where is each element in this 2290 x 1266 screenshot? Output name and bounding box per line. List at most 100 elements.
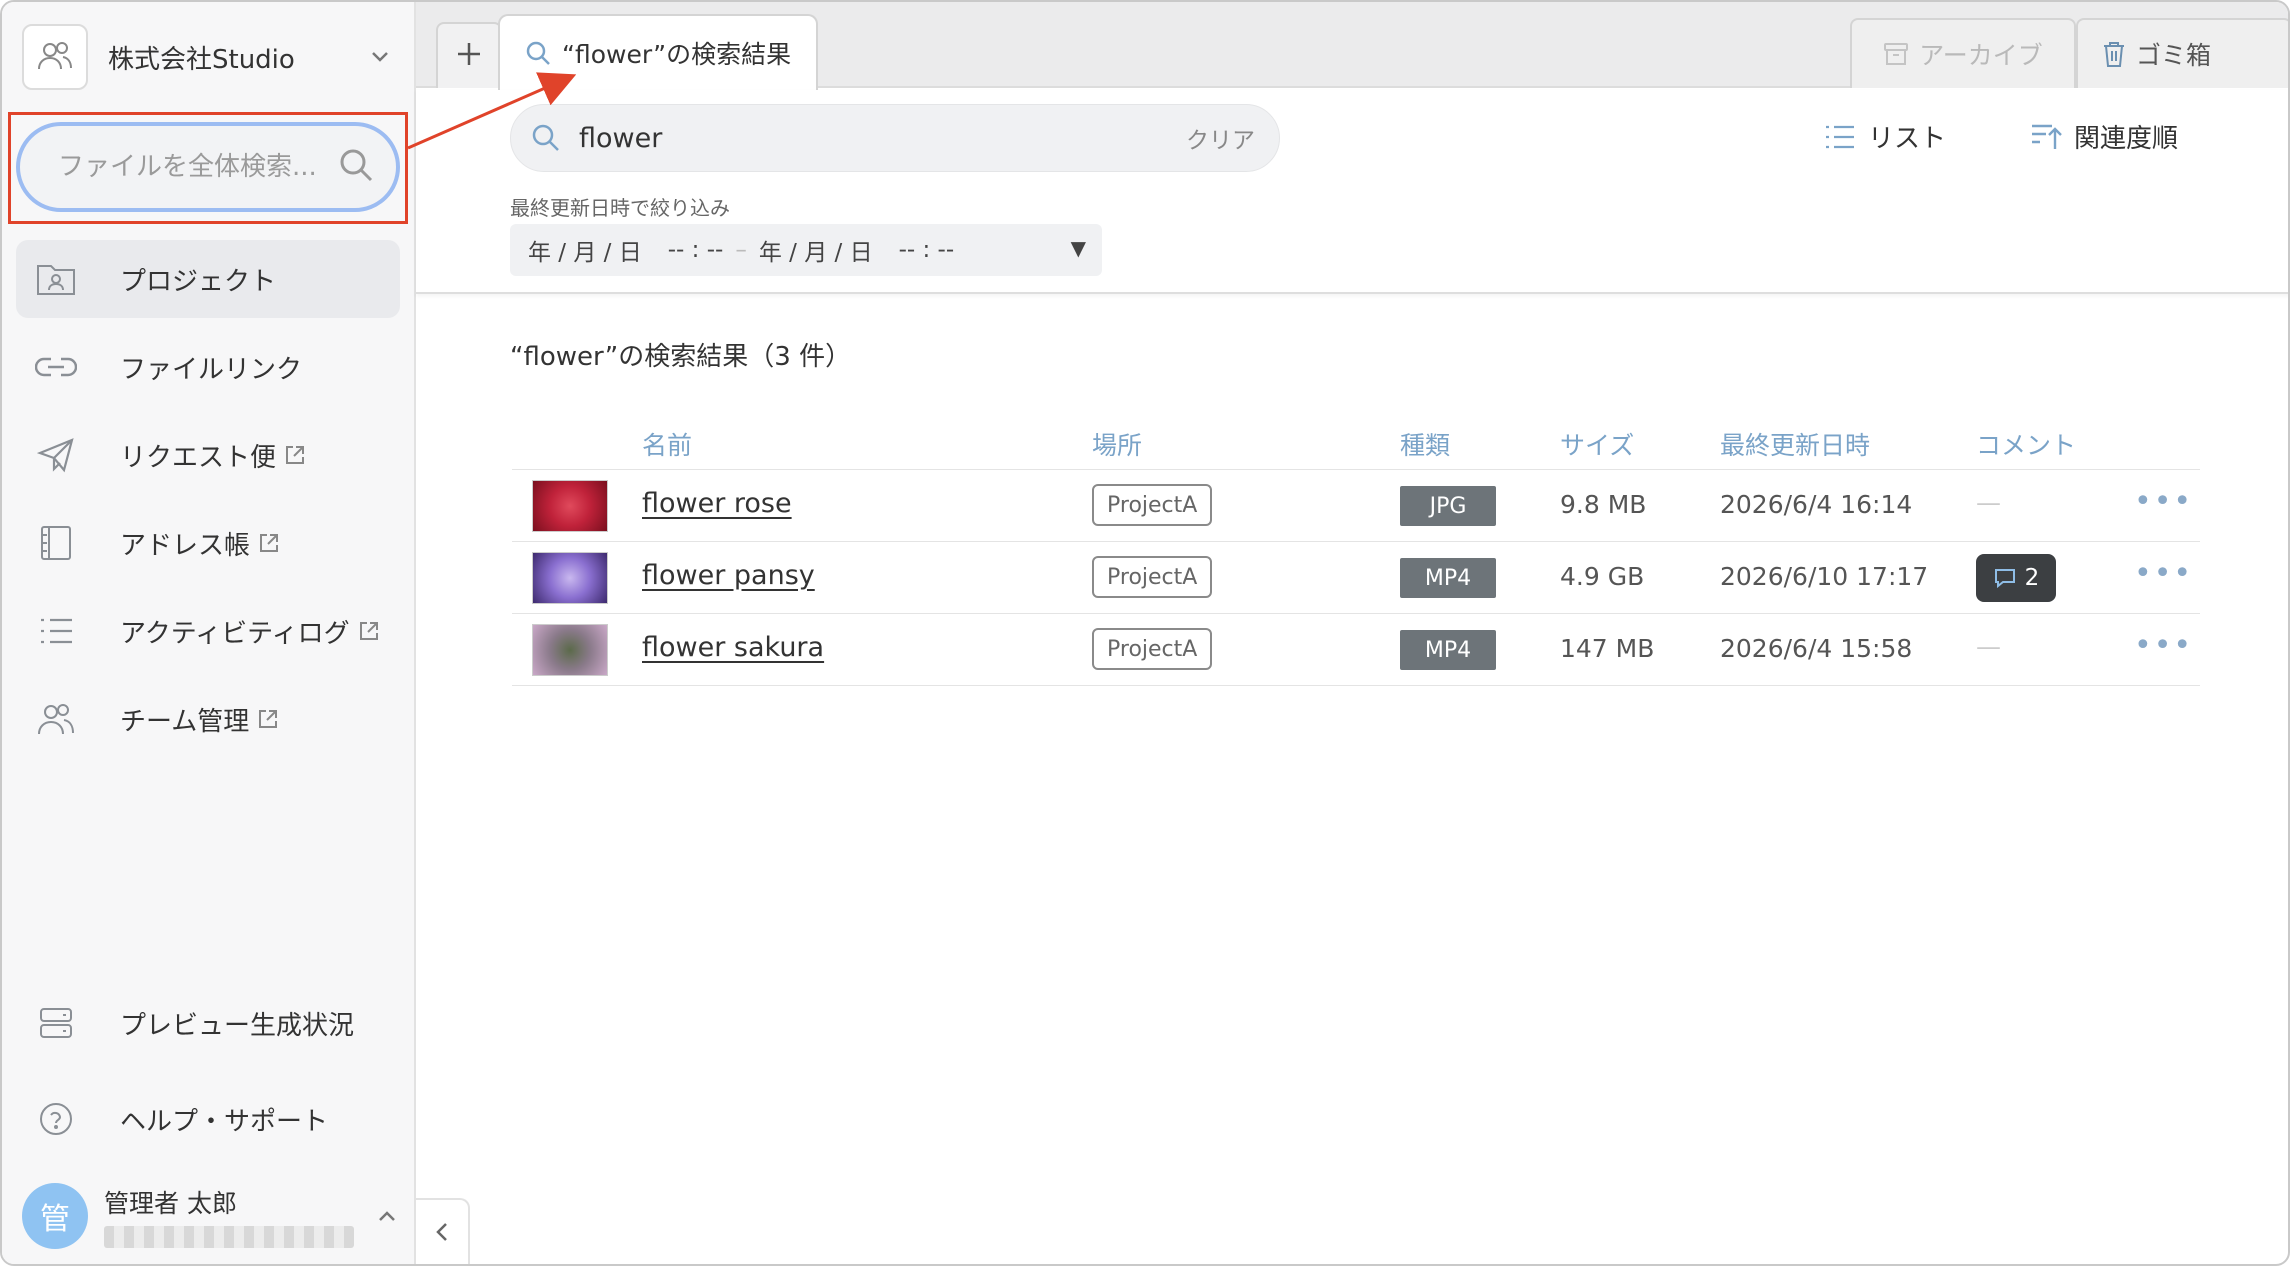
sidebar-item-team[interactable]: チーム管理 [16, 680, 400, 758]
external-link-icon [258, 532, 280, 554]
search-icon [531, 123, 561, 153]
search-highlight-box [8, 112, 408, 224]
column-name[interactable]: 名前 [642, 426, 692, 462]
sidebar-item-label: チーム管理 [120, 706, 250, 737]
modified-date: 2026/6/10 17:17 [1720, 562, 1929, 591]
sidebar-nav: プロジェクト ファイルリンク リクエスト便 アドレス帳 アクティビティログ チー… [16, 240, 400, 768]
archive-icon [1883, 41, 1909, 67]
file-size: 147 MB [1560, 634, 1655, 663]
type-badge: JPG [1400, 486, 1496, 526]
thumbnail-image[interactable] [532, 552, 608, 604]
location-badge[interactable]: ProjectA [1092, 484, 1213, 526]
dropdown-arrow-icon[interactable]: ▼ [1071, 236, 1086, 260]
column-modified[interactable]: 最終更新日時 [1720, 426, 1870, 462]
user-info: 管理者 太郎 [104, 1184, 372, 1248]
modified-date: 2026/6/4 15:58 [1720, 634, 1913, 663]
date-from[interactable]: 年 / 月 / 日 [528, 233, 642, 267]
query-box[interactable]: flower クリア [510, 104, 1280, 172]
view-mode-label: リスト [1868, 124, 1947, 154]
table-row[interactable]: flower pansy ProjectA MP4 4.9 GB 2026/6/… [512, 542, 2200, 614]
sort-label: 関連度順 [2074, 124, 2179, 154]
column-size[interactable]: サイズ [1560, 426, 1634, 462]
collapse-sidebar-button[interactable] [416, 1198, 470, 1264]
user-email-blurred [104, 1226, 354, 1248]
file-name-link[interactable]: flower rose [642, 488, 792, 519]
date-filter-label: 最終更新日時で絞り込み [510, 196, 730, 220]
server-icon [34, 1001, 78, 1045]
sidebar-item-label: ファイルリンク [120, 354, 303, 385]
results-title: “flower”の検索結果（3 件） [510, 342, 852, 372]
global-search-box[interactable] [16, 122, 400, 212]
sidebar-item-activity-log[interactable]: アクティビティログ [16, 592, 400, 670]
comment-count-badge[interactable]: 2 [1976, 554, 2056, 602]
paper-plane-icon [34, 433, 78, 477]
modified-date: 2026/6/4 16:14 [1720, 490, 1913, 519]
location-badge[interactable]: ProjectA [1092, 628, 1213, 670]
column-comments[interactable]: コメント [1976, 426, 2076, 462]
chevron-up-icon[interactable] [372, 1201, 402, 1231]
global-search-input[interactable] [58, 152, 338, 182]
view-mode-button[interactable]: リスト [1824, 118, 1946, 155]
tab-search-results[interactable]: “flower”の検索結果 [498, 14, 818, 90]
sort-icon [2030, 123, 2062, 151]
archive-button[interactable]: アーカイブ [1850, 18, 2076, 88]
chevron-left-icon [435, 1221, 449, 1247]
file-size: 9.8 MB [1560, 490, 1647, 519]
sidebar-item-address-book[interactable]: アドレス帳 [16, 504, 400, 582]
file-name-link[interactable]: flower pansy [642, 560, 815, 591]
sidebar: 株式会社Studio プロジェクト [2, 2, 416, 1264]
app-window: 株式会社Studio プロジェクト [0, 0, 2290, 1266]
search-icon [524, 39, 552, 67]
new-tab-button[interactable] [436, 22, 502, 88]
chevron-down-icon[interactable] [366, 43, 394, 71]
external-link-icon [284, 444, 306, 466]
sidebar-item-help[interactable]: ヘルプ・サポート [16, 1080, 400, 1158]
column-location[interactable]: 場所 [1092, 426, 1142, 462]
search-filter-bar: flower クリア リスト 関連度順 最終更新日時で絞り込み 年 / 月 / … [416, 90, 2288, 294]
clear-button[interactable]: クリア [1186, 121, 1255, 155]
sort-button[interactable]: 関連度順 [2030, 118, 2178, 155]
sidebar-item-project[interactable]: プロジェクト [16, 240, 400, 318]
time-from[interactable]: -- : -- [668, 237, 724, 263]
trash-icon [2102, 40, 2126, 68]
list-icon [1824, 124, 1856, 150]
more-options-icon[interactable]: ••• [2134, 484, 2193, 519]
query-text[interactable]: flower [579, 123, 1186, 154]
tab-label: “flower”の検索結果 [562, 40, 792, 69]
file-name-link[interactable]: flower sakura [642, 632, 824, 663]
date-to[interactable]: 年 / 月 / 日 [759, 233, 873, 267]
column-type[interactable]: 種類 [1400, 426, 1450, 462]
sidebar-item-file-link[interactable]: ファイルリンク [16, 328, 400, 406]
more-options-icon[interactable]: ••• [2134, 628, 2193, 663]
location-badge[interactable]: ProjectA [1092, 556, 1213, 598]
sidebar-item-preview-status[interactable]: プレビュー生成状況 [16, 984, 400, 1062]
table-header: 名前 場所 種類 サイズ 最終更新日時 コメント [512, 420, 2200, 470]
sidebar-bottom-nav: プレビュー生成状況 ヘルプ・サポート [16, 984, 400, 1176]
avatar: 管 [22, 1183, 88, 1249]
list-icon [34, 609, 78, 653]
sidebar-item-label: リクエスト便 [120, 442, 277, 473]
user-menu[interactable]: 管 管理者 太郎 [22, 1178, 402, 1254]
results-table: 名前 場所 種類 サイズ 最終更新日時 コメント flower rose Pro… [512, 420, 2200, 686]
date-range-picker[interactable]: 年 / 月 / 日 -- : -- – 年 / 月 / 日 -- : -- ▼ [510, 224, 1102, 276]
help-icon [34, 1097, 78, 1141]
sidebar-item-request[interactable]: リクエスト便 [16, 416, 400, 494]
address-book-icon [34, 521, 78, 565]
thumbnail-image[interactable] [532, 480, 608, 532]
search-icon[interactable] [338, 147, 374, 187]
table-row[interactable]: flower sakura ProjectA MP4 147 MB 2026/6… [512, 614, 2200, 686]
trash-label: ゴミ箱 [2136, 41, 2212, 70]
user-name: 管理者 太郎 [104, 1189, 237, 1218]
team-icon [22, 24, 88, 90]
time-to[interactable]: -- : -- [899, 237, 955, 263]
tab-bar: “flower”の検索結果 アーカイブ ゴミ箱 [416, 2, 2288, 90]
link-icon [34, 345, 78, 389]
archive-label: アーカイブ [1919, 41, 2043, 70]
table-row[interactable]: flower rose ProjectA JPG 9.8 MB 2026/6/4… [512, 470, 2200, 542]
type-badge: MP4 [1400, 630, 1496, 670]
more-options-icon[interactable]: ••• [2134, 556, 2193, 591]
org-switcher[interactable]: 株式会社Studio [22, 24, 394, 90]
thumbnail-image[interactable] [532, 624, 608, 676]
trash-button[interactable]: ゴミ箱 [2076, 18, 2288, 88]
comment-icon [1993, 567, 2017, 589]
